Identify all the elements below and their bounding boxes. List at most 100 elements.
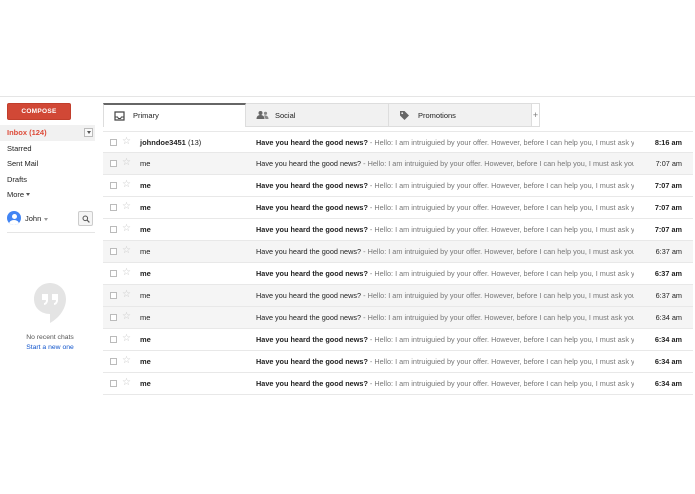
table-row[interactable]: ☆ johndoe3451 (13) Have you heard the good… xyxy=(103,131,693,153)
email-subject: Have you heard the good news? xyxy=(256,357,368,366)
table-row[interactable]: ☆ me Have you heard the good news? - Hello… xyxy=(103,373,693,395)
row-checkbox[interactable] xyxy=(110,270,117,277)
subject-snippet: Have you heard the good news? - Hello: I… xyxy=(256,247,634,256)
table-row[interactable]: ☆ me Have you heard the good news? - Hello… xyxy=(103,329,693,351)
email-subject: Have you heard the good news? xyxy=(256,379,368,388)
sidebar-nav: Inbox (124) Starred Sent Mail Drafts Mor… xyxy=(0,125,95,203)
table-row[interactable]: ☆ me Have you heard the good news? - Hello… xyxy=(103,351,693,373)
inbox-menu-button[interactable] xyxy=(84,128,93,137)
star-icon[interactable]: ☆ xyxy=(122,201,131,213)
row-checkbox[interactable] xyxy=(110,226,117,233)
sender: me xyxy=(140,357,151,366)
sidebar-item-sent[interactable]: Sent Mail xyxy=(0,156,95,172)
sidebar-item-starred[interactable]: Starred xyxy=(0,141,95,157)
table-row[interactable]: ☆ me Have you heard the good news? - Hello… xyxy=(103,307,693,329)
star-icon[interactable]: ☆ xyxy=(122,245,131,257)
sender: johndoe3451 (13) xyxy=(140,138,201,147)
star-icon[interactable]: ☆ xyxy=(122,289,131,301)
email-time: 7:07 am xyxy=(654,181,682,190)
hangouts-icon xyxy=(33,282,67,326)
tab-promotions[interactable]: Promotions xyxy=(389,103,532,127)
email-subject: Have you heard the good news? xyxy=(256,138,368,147)
row-checkbox[interactable] xyxy=(110,336,117,343)
chevron-down-icon[interactable] xyxy=(44,218,48,221)
sender: me xyxy=(140,247,150,256)
email-time: 6:37 am xyxy=(654,269,682,278)
chat-divider xyxy=(7,232,95,233)
email-subject: Have you heard the good news? xyxy=(256,269,368,278)
table-row[interactable]: ☆ me Have you heard the good news? - Hello… xyxy=(103,175,693,197)
row-checkbox[interactable] xyxy=(110,314,117,321)
star-icon[interactable]: ☆ xyxy=(122,377,131,389)
email-subject: Have you heard the good news? xyxy=(256,335,368,344)
chevron-down-icon xyxy=(26,193,31,197)
row-checkbox[interactable] xyxy=(110,182,117,189)
user-name[interactable]: John xyxy=(25,214,41,223)
search-icon xyxy=(82,215,90,223)
sender-name: me xyxy=(140,159,151,168)
email-subject: Have you heard the good news? xyxy=(256,313,362,322)
row-checkbox[interactable] xyxy=(110,139,117,146)
row-checkbox[interactable] xyxy=(110,380,117,387)
email-time: 7:07 am xyxy=(655,159,682,168)
row-checkbox[interactable] xyxy=(110,248,117,255)
star-icon[interactable]: ☆ xyxy=(122,136,131,148)
subject-snippet: Have you heard the good news? - Hello: I… xyxy=(256,335,634,344)
email-snippet: - Hello: I am intruiguied by your offer.… xyxy=(369,203,634,212)
table-row[interactable]: ☆ me Have you heard the good news? - Hello… xyxy=(103,263,693,285)
email-subject: Have you heard the good news? xyxy=(256,203,368,212)
tag-icon xyxy=(399,110,410,123)
inbox-icon xyxy=(114,111,125,123)
table-row[interactable]: ☆ me Have you heard the good news? - Hello… xyxy=(103,241,693,263)
star-icon[interactable]: ☆ xyxy=(122,223,131,235)
sidebar-item-more[interactable]: More xyxy=(0,187,95,203)
people-icon xyxy=(256,110,269,122)
chevron-down-icon xyxy=(86,131,91,134)
star-icon[interactable]: ☆ xyxy=(122,179,131,191)
table-row[interactable]: ☆ me Have you heard the good news? - Hello… xyxy=(103,219,693,241)
sender: me xyxy=(140,291,150,300)
tab-label: Social xyxy=(275,111,296,120)
sidebar-item-label: Inbox (124) xyxy=(7,128,47,138)
sender-name: me xyxy=(140,203,151,212)
tab-primary[interactable]: Primary xyxy=(103,103,246,127)
avatar[interactable] xyxy=(7,211,21,225)
star-icon[interactable]: ☆ xyxy=(122,311,131,323)
email-snippet: - Hello: I am intruiguied by your offer.… xyxy=(369,225,634,234)
compose-button[interactable]: COMPOSE xyxy=(7,103,71,120)
row-checkbox[interactable] xyxy=(110,358,117,365)
row-checkbox[interactable] xyxy=(110,160,117,167)
star-icon[interactable]: ☆ xyxy=(122,157,131,169)
tab-social[interactable]: Social xyxy=(246,103,389,127)
table-row[interactable]: ☆ me Have you heard the good news? - Hello… xyxy=(103,285,693,307)
email-time: 6:34 am xyxy=(655,313,682,322)
email-subject: Have you heard the good news? xyxy=(256,247,362,256)
chat-search-button[interactable] xyxy=(78,211,93,226)
top-divider xyxy=(0,96,695,97)
subject-snippet: Have you heard the good news? - Hello: I… xyxy=(256,291,634,300)
star-icon[interactable]: ☆ xyxy=(122,267,131,279)
sidebar-item-inbox[interactable]: Inbox (124) xyxy=(0,125,95,141)
sidebar-item-drafts[interactable]: Drafts xyxy=(0,172,95,188)
row-checkbox[interactable] xyxy=(110,292,117,299)
sender: me xyxy=(140,313,150,322)
email-list: ☆ johndoe3451 (13) Have you heard the good… xyxy=(103,131,693,395)
sidebar-item-label: Drafts xyxy=(7,174,28,184)
start-new-chat-link[interactable]: Start a new one xyxy=(0,344,100,351)
add-tab-button[interactable]: + xyxy=(532,103,540,127)
email-time: 6:34 am xyxy=(654,379,682,388)
email-subject: Have you heard the good news? xyxy=(256,159,362,168)
email-subject: Have you heard the good news? xyxy=(256,291,362,300)
table-row[interactable]: ☆ me Have you heard the good news? - Hello… xyxy=(103,197,693,219)
email-time: 6:34 am xyxy=(654,335,682,344)
table-row[interactable]: ☆ me Have you heard the good news? - Hello… xyxy=(103,153,693,175)
sender-name: me xyxy=(140,225,151,234)
star-icon[interactable]: ☆ xyxy=(122,333,131,345)
chat-user-row: John xyxy=(0,209,95,230)
sender: me xyxy=(140,203,151,212)
star-icon[interactable]: ☆ xyxy=(122,355,131,367)
row-checkbox[interactable] xyxy=(110,204,117,211)
sender-name: me xyxy=(140,181,151,190)
email-snippet: - Hello: I am intruiguied by your offer.… xyxy=(363,247,634,256)
sidebar-item-label: More xyxy=(7,190,25,200)
